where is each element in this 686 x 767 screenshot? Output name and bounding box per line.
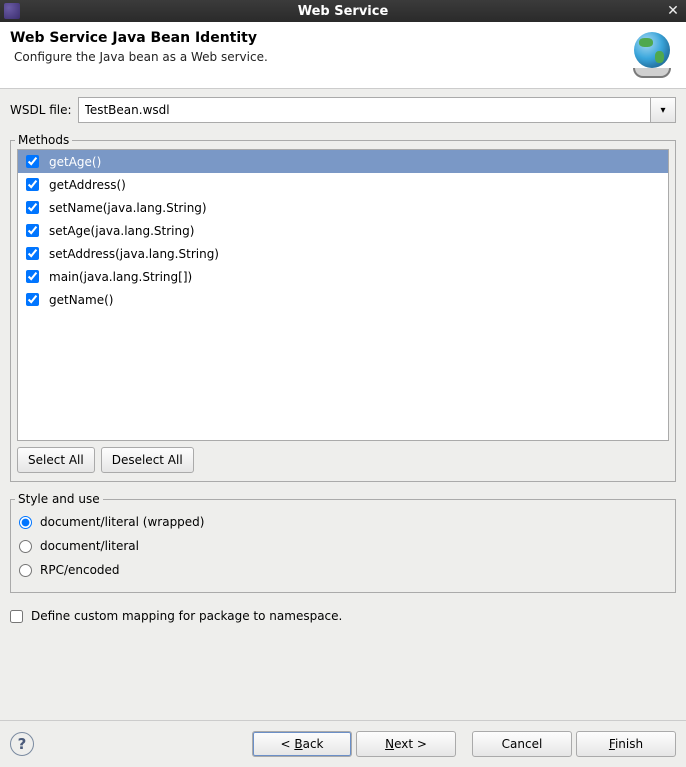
method-checkbox[interactable]: [26, 224, 39, 237]
method-label: setName(java.lang.String): [49, 201, 207, 215]
window-title: Web Service: [298, 4, 389, 19]
method-checkbox[interactable]: [26, 201, 39, 214]
style-radio[interactable]: [19, 540, 32, 553]
page-title: Web Service Java Bean Identity: [10, 30, 620, 46]
methods-legend: Methods: [15, 133, 72, 147]
style-radio-label: document/literal: [40, 539, 139, 553]
app-icon: [4, 3, 20, 19]
style-radio[interactable]: [19, 564, 32, 577]
titlebar: Web Service ✕: [0, 0, 686, 22]
method-label: setAddress(java.lang.String): [49, 247, 219, 261]
deselect-all-button[interactable]: Deselect All: [101, 447, 194, 473]
banner-globe-icon: [628, 30, 676, 78]
close-icon: ✕: [667, 3, 679, 19]
method-item[interactable]: getName(): [18, 288, 668, 311]
method-label: getAge(): [49, 155, 101, 169]
close-button[interactable]: ✕: [664, 2, 682, 20]
style-radio-label: document/literal (wrapped): [40, 515, 204, 529]
wsdl-dropdown-button[interactable]: ▾: [650, 97, 676, 123]
method-checkbox[interactable]: [26, 270, 39, 283]
method-checkbox[interactable]: [26, 293, 39, 306]
custom-mapping-label: Define custom mapping for package to nam…: [31, 609, 342, 623]
help-button[interactable]: ?: [10, 732, 34, 756]
method-label: getName(): [49, 293, 113, 307]
select-all-button[interactable]: Select All: [17, 447, 95, 473]
method-checkbox[interactable]: [26, 247, 39, 260]
method-label: main(java.lang.String[]): [49, 270, 192, 284]
page-subtitle: Configure the Java bean as a Web service…: [10, 50, 620, 64]
wizard-header: Web Service Java Bean Identity Configure…: [0, 22, 686, 89]
method-label: setAge(java.lang.String): [49, 224, 194, 238]
cancel-button[interactable]: Cancel: [472, 731, 572, 757]
help-icon: ?: [18, 735, 27, 753]
finish-button[interactable]: Finish: [576, 731, 676, 757]
method-checkbox[interactable]: [26, 155, 39, 168]
wsdl-file-input[interactable]: [78, 97, 650, 123]
style-group: Style and use document/literal (wrapped)…: [10, 492, 676, 593]
back-button[interactable]: < Back: [252, 731, 352, 757]
method-item[interactable]: getAge(): [18, 150, 668, 173]
next-button[interactable]: Next >: [356, 731, 456, 757]
chevron-down-icon: ▾: [660, 105, 665, 116]
method-item[interactable]: setName(java.lang.String): [18, 196, 668, 219]
method-item[interactable]: main(java.lang.String[]): [18, 265, 668, 288]
method-item[interactable]: getAddress(): [18, 173, 668, 196]
methods-list[interactable]: getAge() getAddress() setName(java.lang.St…: [17, 149, 669, 441]
method-label: getAddress(): [49, 178, 126, 192]
method-checkbox[interactable]: [26, 178, 39, 191]
style-radio[interactable]: [19, 516, 32, 529]
style-legend: Style and use: [15, 492, 103, 506]
wizard-footer: ? < Back Next > Cancel Finish: [0, 720, 686, 767]
method-item[interactable]: setAddress(java.lang.String): [18, 242, 668, 265]
style-radio-label: RPC/encoded: [40, 563, 120, 577]
custom-mapping-checkbox[interactable]: [10, 610, 23, 623]
methods-group: Methods getAge() getAddress() setName(java…: [10, 133, 676, 482]
wsdl-label: WSDL file:: [10, 103, 72, 117]
method-item[interactable]: setAge(java.lang.String): [18, 219, 668, 242]
